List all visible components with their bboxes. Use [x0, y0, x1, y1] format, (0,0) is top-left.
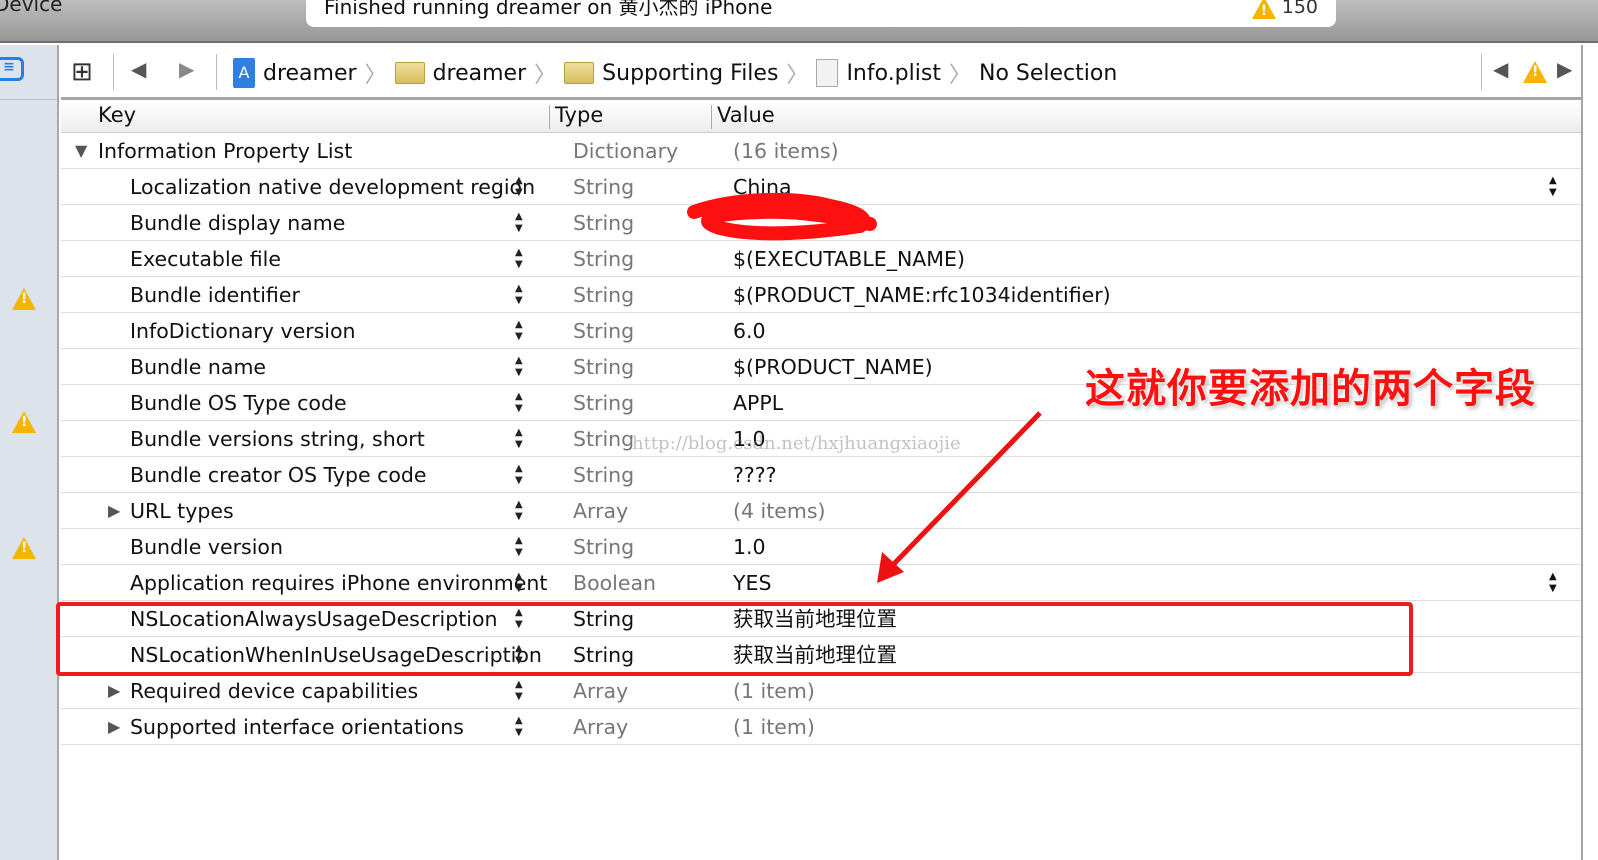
annotation-overlay [687, 192, 1042, 583]
redaction-scribble [687, 192, 877, 241]
annotation-arrow [877, 411, 1042, 583]
